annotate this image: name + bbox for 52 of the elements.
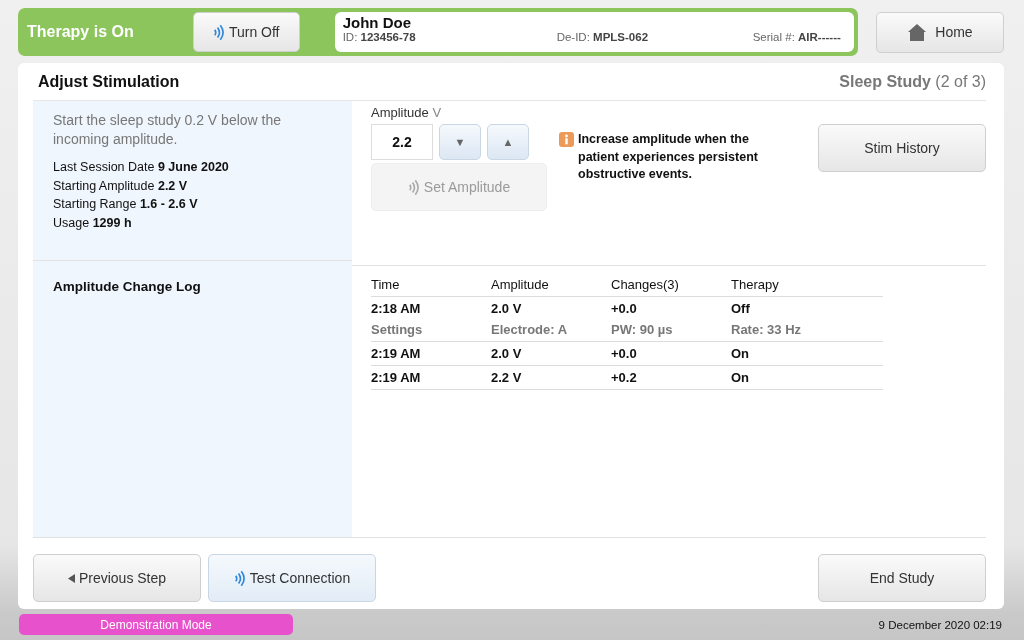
amplitude-label: Amplitude V xyxy=(371,105,443,120)
table-cell-text: +0.2 xyxy=(611,369,638,387)
patient-field: ID: 123456-78 xyxy=(342,31,557,43)
column-header: Therapy xyxy=(731,276,780,294)
page-title: Adjust Stimulation xyxy=(38,72,180,91)
table-cell-text: +0.0 xyxy=(611,345,638,363)
home-button[interactable]: Home xyxy=(876,11,1004,53)
session-fact: Last Session Date 9 June 2020 xyxy=(53,159,230,176)
mode-badge: Demonstration Mode xyxy=(19,614,293,635)
column-header: Time xyxy=(371,276,401,294)
table-cell-text: 2:19 AM xyxy=(371,369,422,387)
wireless-signal-icon xyxy=(233,569,245,587)
wireless-signal-icon xyxy=(407,178,419,196)
table-cell-text: 2:19 AM xyxy=(371,345,422,363)
table-cell-text: On xyxy=(731,345,751,363)
patient-field: De-ID: MPLS-062 xyxy=(556,31,753,43)
table-cell-text: PW: 90 µs xyxy=(611,321,674,339)
session-fact: Starting Range 1.6 - 2.6 V xyxy=(53,196,199,213)
step-indicator: Sleep Study (2 of 3) xyxy=(839,72,986,91)
table-cell-text: Off xyxy=(731,300,751,318)
column-header: Amplitude xyxy=(491,276,550,294)
turn-off-button[interactable]: Turn Off xyxy=(192,12,300,52)
column-header: Changes(3) xyxy=(611,276,680,294)
test-connection-button[interactable]: Test Connection xyxy=(208,554,376,602)
wireless-signal-icon xyxy=(212,23,224,41)
info-icon xyxy=(559,132,574,147)
instruction-text: Start the sleep study 0.2 V below the incoming amplitude. xyxy=(53,111,283,149)
amplitude-field[interactable]: 2.2 xyxy=(371,124,433,160)
end-study-button[interactable]: End Study xyxy=(818,554,986,602)
table-cell-text: On xyxy=(731,369,751,387)
table-cell-text: 2.0 V xyxy=(491,300,523,318)
session-fact: Starting Amplitude 2.2 V xyxy=(53,177,189,195)
home-icon xyxy=(907,22,928,42)
left-triangle-icon xyxy=(67,573,75,583)
table-cell-text: 2.0 V xyxy=(491,345,523,363)
table-cell-text: Electrode: A xyxy=(491,321,569,339)
therapy-status: Therapy is On xyxy=(27,23,135,41)
session-fact: Usage 1299 h xyxy=(53,214,133,232)
patient-field: Serial #: AIR------ xyxy=(752,31,841,43)
table-cell-text: Settings xyxy=(371,321,424,339)
table-cell-text: +0.0 xyxy=(611,300,638,318)
info-message: Increase amplitude when the patient experiences persistent obstructive events. xyxy=(578,131,759,183)
log-title: Amplitude Change Log xyxy=(53,279,202,294)
previous-step-button[interactable]: Previous Step xyxy=(33,554,201,602)
patient-name: John Doe xyxy=(342,14,412,31)
increase-button[interactable]: ▲ xyxy=(487,124,529,160)
table-cell-text: 2.2 V xyxy=(491,369,523,387)
table-cell-text: 2:18 AM xyxy=(371,300,422,318)
stim-history-button[interactable]: Stim History xyxy=(818,124,986,172)
date-time: 9 December 2020 02:19 xyxy=(878,618,1002,631)
decrease-button[interactable]: ▼ xyxy=(439,124,481,160)
table-cell-text: Rate: 33 Hz xyxy=(731,321,803,339)
